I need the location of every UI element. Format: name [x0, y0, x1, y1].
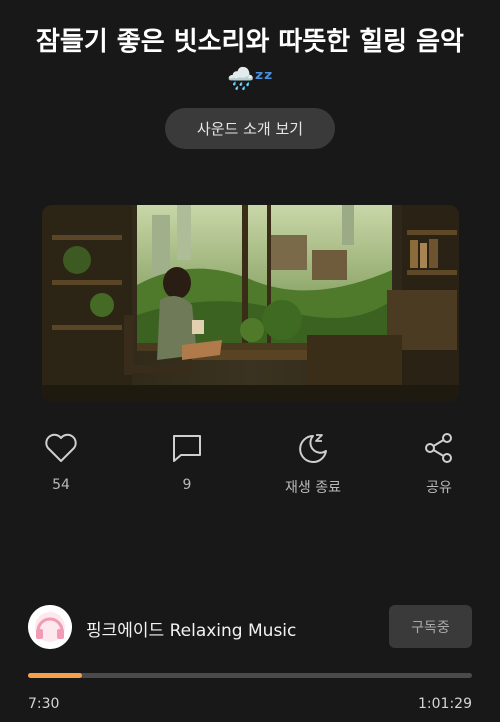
sleep-timer-icon	[258, 430, 368, 466]
share-icon	[384, 430, 494, 466]
sleep-timer-label: 재생 종료	[285, 480, 341, 496]
like-count: 54	[52, 477, 70, 493]
channel-avatar[interactable]	[28, 605, 72, 649]
rain-cloud-sleep-icon: 🌧️ᶻᶻ	[227, 67, 273, 92]
heart-icon	[6, 430, 116, 466]
channel-name[interactable]: 핑크에이드 Relaxing Music	[86, 616, 296, 641]
title-text: 잠들기 좋은 빗소리와 따뜻한 힐링 음악	[36, 27, 464, 57]
channel-row: 핑크에이드 Relaxing Music 구독중	[28, 605, 472, 649]
sleep-timer-button[interactable]: 재생 종료	[258, 430, 368, 497]
thumbnail-illustration	[42, 205, 459, 402]
like-button[interactable]: 54	[6, 430, 116, 493]
comment-button[interactable]: 9	[132, 430, 242, 493]
video-thumbnail[interactable]	[42, 205, 459, 402]
current-time: 7:30	[28, 696, 60, 712]
duration: 1:01:29	[418, 696, 472, 712]
page-title: 잠들기 좋은 빗소리와 따뜻한 힐링 음악 🌧️ᶻᶻ	[30, 24, 470, 98]
progress-fill	[28, 673, 83, 678]
comment-count: 9	[182, 477, 192, 493]
sound-intro-button[interactable]: 사운드 소개 보기	[165, 108, 335, 149]
player-screen: 잠들기 좋은 빗소리와 따뜻한 힐링 음악 🌧️ᶻᶻ 사운드 소개 보기 54 …	[0, 0, 500, 722]
subscribe-button[interactable]: 구독중	[389, 605, 472, 648]
progress-bar[interactable]	[28, 673, 472, 678]
action-bar: 54 9 재생 종료 공유	[0, 430, 500, 500]
share-label: 공유	[426, 480, 452, 496]
comment-icon	[132, 430, 242, 466]
headphones-logo-icon	[28, 605, 72, 649]
share-button[interactable]: 공유	[384, 430, 494, 497]
